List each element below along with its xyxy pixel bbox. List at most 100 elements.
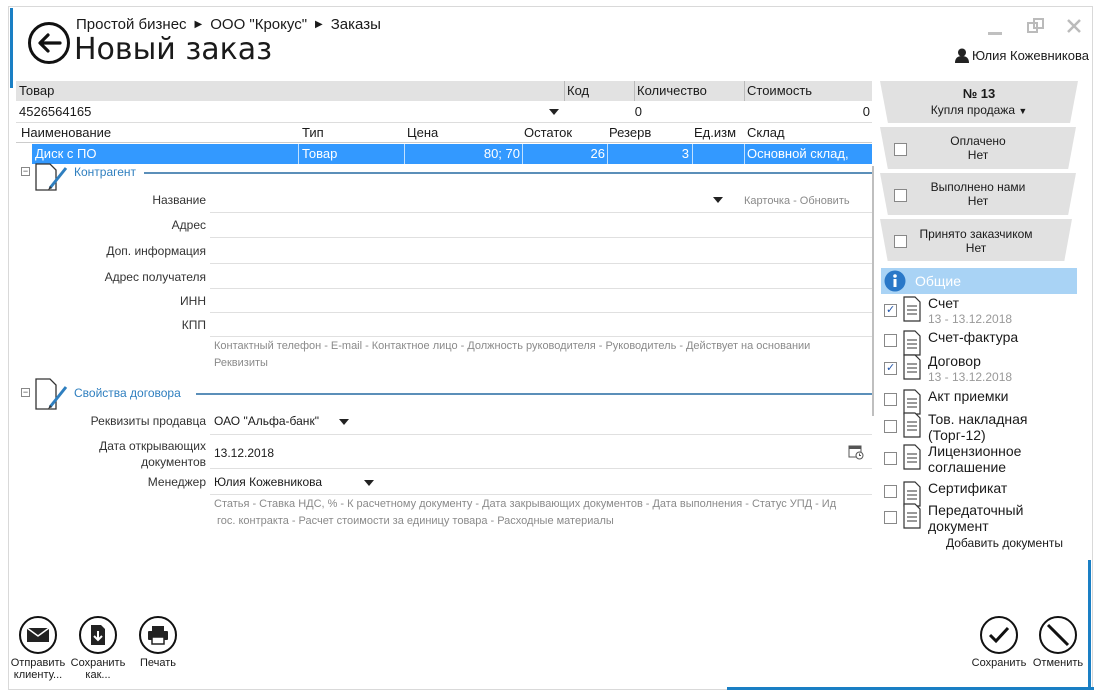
current-user[interactable]: Юлия Кожевникова <box>954 48 1089 63</box>
link-settlement-doc[interactable]: К расчетному документу <box>347 498 472 510</box>
column-name: Наименование <box>21 125 112 140</box>
done-checkbox[interactable] <box>894 189 907 202</box>
quantity-input[interactable]: 0 <box>576 104 642 119</box>
caret-down-icon[interactable]: ▼ <box>1018 106 1027 116</box>
documents-tab-general[interactable]: Общие <box>881 268 1077 294</box>
collapse-toggle-icon[interactable]: − <box>21 167 30 176</box>
kpp-field[interactable] <box>210 336 872 337</box>
name-dropdown-icon[interactable] <box>713 197 723 203</box>
field-underline <box>210 468 872 469</box>
link-head[interactable]: Руководитель <box>605 340 676 352</box>
link-phone[interactable]: Контактный телефон <box>214 340 321 352</box>
document-checkbox[interactable] <box>884 420 897 433</box>
product-search-input[interactable]: 4526564165 <box>19 104 91 119</box>
breadcrumb-item[interactable]: Заказы <box>331 16 381 33</box>
card-link[interactable]: Карточка <box>744 195 790 207</box>
link-gov-contract[interactable]: гос. контракта <box>217 515 289 527</box>
button-label: Отправить <box>10 657 66 669</box>
paid-status[interactable]: Оплачено Нет <box>880 127 1076 169</box>
document-title[interactable]: Тов. накладная <box>928 411 1027 427</box>
link-acting-basis[interactable]: Действует на основании <box>686 340 810 352</box>
column-code: Код <box>567 83 590 98</box>
download-icon <box>79 616 117 654</box>
paid-checkbox[interactable] <box>894 143 907 156</box>
document-subtitle: (Торг-12) <box>928 427 986 443</box>
inn-field[interactable] <box>210 312 872 313</box>
button-label: как... <box>85 669 111 681</box>
document-checkbox[interactable] <box>884 511 897 524</box>
field-underline <box>210 494 872 495</box>
document-title[interactable]: Договор <box>928 353 1012 369</box>
link-consumables[interactable]: Расходные материалы <box>497 515 614 527</box>
done-status[interactable]: Выполнено нами Нет <box>880 173 1076 215</box>
recipient-address-field[interactable] <box>210 288 872 289</box>
save-button[interactable]: Сохранить <box>966 616 1032 669</box>
save-as-button[interactable]: Сохранить как... <box>66 616 130 681</box>
label-line: документов <box>141 455 206 469</box>
document-checkbox[interactable] <box>884 485 897 498</box>
product-dropdown-icon[interactable] <box>549 109 559 115</box>
print-button[interactable]: Печать <box>128 616 188 669</box>
link-requisites[interactable]: Реквизиты <box>214 357 268 369</box>
done-label: Выполнено нами <box>930 180 1026 194</box>
label-recipient-address: Адрес получателя <box>104 270 206 284</box>
cell-name: Диск с ПО <box>35 146 97 161</box>
document-title[interactable]: Счет-фактура <box>928 329 1018 345</box>
link-completion-date[interactable]: Дата выполнения <box>652 498 742 510</box>
collapse-toggle-icon[interactable]: − <box>21 388 30 397</box>
scrollbar[interactable] <box>872 166 874 416</box>
link-vat-rate[interactable]: Ставка НДС, % <box>259 498 337 510</box>
send-to-client-button[interactable]: Отправить клиенту... <box>6 616 70 681</box>
column-product: Товар <box>19 83 55 98</box>
document-checkbox[interactable] <box>884 334 897 347</box>
document-checkbox[interactable] <box>884 361 897 375</box>
link-head-position[interactable]: Должность руководителя <box>467 340 596 352</box>
document-title[interactable]: Передаточный <box>928 502 1023 518</box>
seller-requisites-select[interactable]: ОАО "Альфа-банк" <box>214 414 319 428</box>
document-title[interactable]: Акт приемки <box>928 388 1008 404</box>
breadcrumb-item[interactable]: ООО "Крокус" <box>210 16 307 33</box>
breadcrumb-item[interactable]: Простой бизнес <box>76 16 187 33</box>
link-article[interactable]: Статья <box>214 498 249 510</box>
label-seller-requisites: Реквизиты продавца <box>90 414 206 428</box>
accepted-status[interactable]: Принято заказчиком Нет <box>880 219 1072 261</box>
link-closing-docs-date[interactable]: Дата закрывающих документов <box>482 498 643 510</box>
section-title-contract[interactable]: Свойства договора <box>74 386 181 400</box>
section-divider <box>144 172 872 174</box>
document-title[interactable]: Сертификат <box>928 480 1007 496</box>
refresh-link[interactable]: Обновить <box>800 195 850 207</box>
manager-dropdown-icon[interactable] <box>364 480 374 486</box>
accepted-checkbox[interactable] <box>894 235 907 248</box>
link-upd-status[interactable]: Статус УПД <box>752 498 812 510</box>
section-title-counterparty[interactable]: Контрагент <box>74 165 136 179</box>
minimize-icon[interactable] <box>988 22 1002 35</box>
close-icon[interactable] <box>1066 18 1082 39</box>
name-field[interactable] <box>210 212 872 213</box>
cancel-button[interactable]: Отменить <box>1026 616 1090 669</box>
document-checkbox[interactable] <box>884 452 897 465</box>
cost-input[interactable]: 0 <box>746 104 870 119</box>
add-documents-link[interactable]: Добавить документы <box>946 536 1063 550</box>
link-unit-cost-calc[interactable]: Расчет стоимости за единицу товара <box>299 515 488 527</box>
extra-info-field[interactable] <box>210 263 872 264</box>
manager-select[interactable]: Юлия Кожевникова <box>214 475 322 489</box>
calendar-icon[interactable] <box>848 444 864 460</box>
printer-icon <box>139 616 177 654</box>
seller-dropdown-icon[interactable] <box>339 419 349 425</box>
order-number-badge[interactable]: № 13 Купля продажа ▼ <box>880 81 1078 123</box>
document-icon <box>903 296 921 322</box>
document-title[interactable]: Счет <box>928 295 1012 311</box>
document-checkbox[interactable] <box>884 303 897 317</box>
link-contact-person[interactable]: Контактное лицо <box>372 340 458 352</box>
restore-icon[interactable] <box>1027 18 1045 39</box>
link-email[interactable]: E-mail <box>331 340 362 352</box>
column-unit: Ед.изм <box>694 125 737 140</box>
table-row[interactable]: Диск с ПО Товар 80; 70 26 3 Основной скл… <box>32 144 872 164</box>
link-id[interactable]: Ид <box>822 498 836 510</box>
section-divider <box>196 393 872 395</box>
document-title[interactable]: Лицензионное <box>928 443 1021 459</box>
document-checkbox[interactable] <box>884 393 897 406</box>
opening-docs-date-input[interactable]: 13.12.2018 <box>214 446 274 460</box>
address-field[interactable] <box>210 237 872 238</box>
back-button[interactable] <box>28 22 70 64</box>
